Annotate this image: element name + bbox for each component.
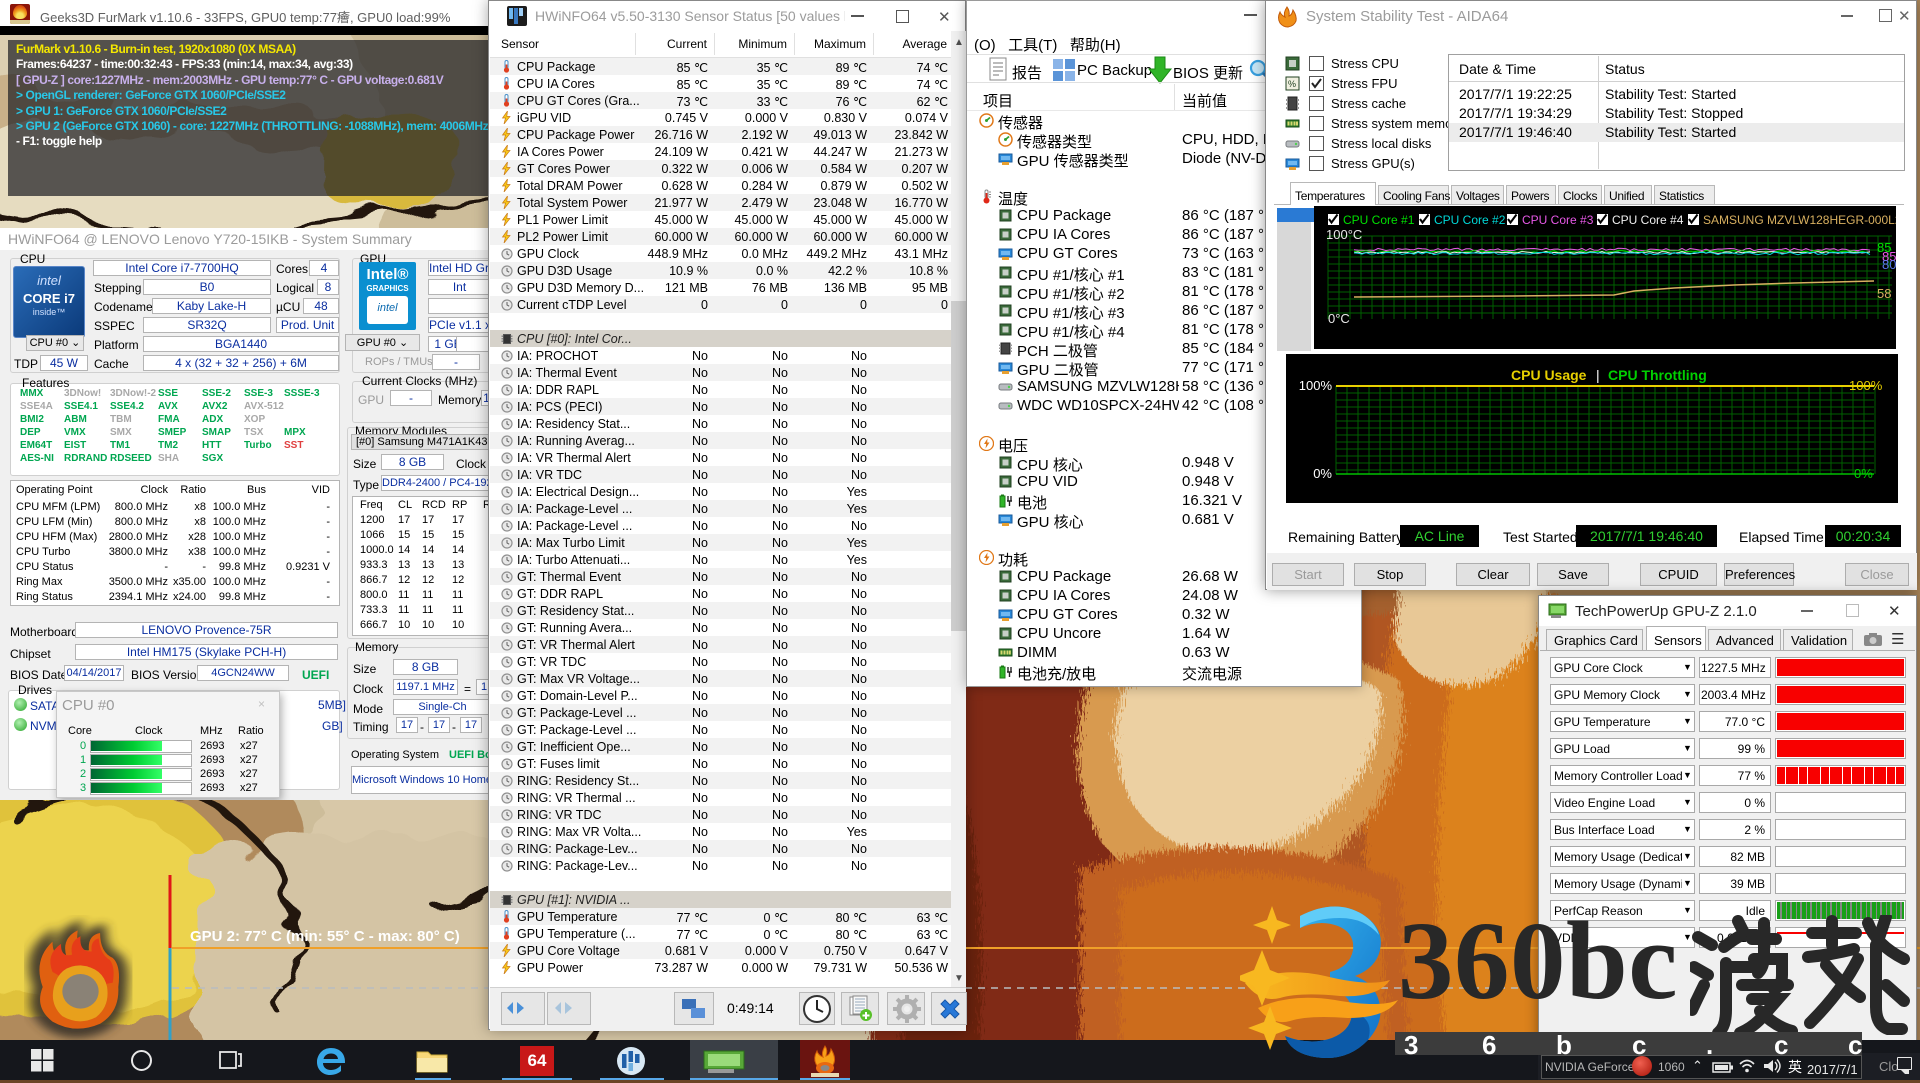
svg-text:80: 80 xyxy=(1882,257,1896,272)
svg-text:0%: 0% xyxy=(1854,466,1873,481)
svg-text:0°C: 0°C xyxy=(1328,311,1350,326)
svg-text:CPU Usage: CPU Usage xyxy=(1511,367,1587,383)
svg-text:58: 58 xyxy=(1877,286,1891,301)
svg-text:SAMSUNG MZVLW128HEGR-000L2: SAMSUNG MZVLW128HEGR-000L2 xyxy=(1703,213,1896,227)
svg-text:|: | xyxy=(1596,367,1600,383)
svg-text:0%: 0% xyxy=(1313,466,1332,481)
svg-text:100%: 100% xyxy=(1849,378,1883,393)
svg-text:CPU Throttling: CPU Throttling xyxy=(1608,367,1707,383)
svg-text:GPU 2: 77° C (min: 55° C - max: GPU 2: 77° C (min: 55° C - max: 80° C) xyxy=(190,928,460,945)
svg-text:100°C: 100°C xyxy=(1326,227,1362,242)
svg-text:CPU Core #4: CPU Core #4 xyxy=(1612,213,1684,227)
svg-text:CPU Core #3: CPU Core #3 xyxy=(1522,213,1594,227)
svg-text:CPU Core #1: CPU Core #1 xyxy=(1343,213,1415,227)
svg-text:100%: 100% xyxy=(1299,378,1333,393)
svg-text:%: % xyxy=(1288,79,1296,89)
svg-text:CPU Core #2: CPU Core #2 xyxy=(1434,213,1506,227)
